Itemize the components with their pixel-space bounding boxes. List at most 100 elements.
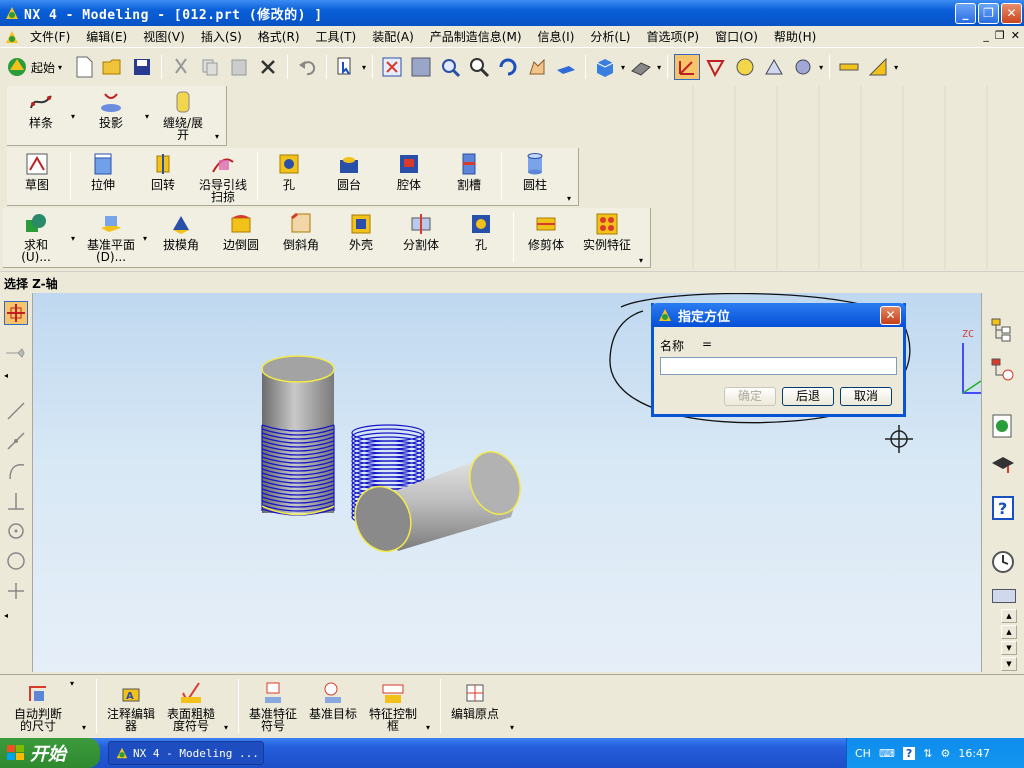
new-file-icon[interactable] bbox=[71, 54, 97, 80]
split-body-button[interactable]: 分割体 bbox=[399, 212, 443, 251]
menu-file[interactable]: 文件(F) bbox=[22, 28, 78, 45]
network-icon[interactable]: ⇅ bbox=[923, 747, 932, 760]
menu-preferences[interactable]: 首选项(P) bbox=[638, 28, 707, 45]
chamfer-button[interactable]: 倒斜角 bbox=[279, 212, 323, 251]
mdi-minimize-icon[interactable]: _ bbox=[983, 29, 989, 42]
zoom-in-out-icon[interactable] bbox=[466, 54, 492, 80]
help-icon[interactable]: ? bbox=[990, 495, 1016, 524]
restore-button[interactable]: ❐ bbox=[978, 3, 999, 24]
hole-op-button[interactable]: 孔 bbox=[459, 212, 503, 251]
perspective-icon[interactable] bbox=[553, 54, 579, 80]
scroll-up-button[interactable]: ▲ bbox=[1001, 625, 1017, 639]
scroll-bottom-button[interactable]: ▼ bbox=[1001, 657, 1017, 671]
rotate-icon[interactable] bbox=[495, 54, 521, 80]
datum-plane-button[interactable]: 基准平面(D)... bbox=[81, 212, 141, 263]
title-bar[interactable]: NX 4 - Modeling - [012.prt (修改的) ] _ ❐ ✕ bbox=[0, 0, 1024, 26]
orient-view-icon[interactable] bbox=[628, 54, 654, 80]
shell-button[interactable]: 外壳 bbox=[339, 212, 383, 251]
cut-icon[interactable] bbox=[168, 54, 194, 80]
menu-help[interactable]: 帮助(H) bbox=[766, 28, 824, 45]
point-constructor-icon[interactable] bbox=[703, 54, 729, 80]
chevron-left-icon[interactable]: ◂ bbox=[4, 371, 8, 380]
boss-button[interactable]: 圆台 bbox=[329, 152, 369, 191]
keyboard-icon[interactable]: ⌨ bbox=[879, 747, 895, 760]
menu-pmi[interactable]: 产品制造信息(M) bbox=[422, 28, 530, 45]
groove-button[interactable]: 割槽 bbox=[449, 152, 489, 191]
surface-finish-button[interactable]: 表面粗糙度符号 bbox=[164, 681, 218, 732]
minimize-button[interactable]: _ bbox=[955, 3, 976, 24]
windows-start-button[interactable]: 开始 bbox=[0, 738, 100, 768]
edge-blend-button[interactable]: 边倒圆 bbox=[219, 212, 263, 251]
hole-button[interactable]: 孔 bbox=[269, 152, 309, 191]
menu-window[interactable]: 窗口(O) bbox=[707, 28, 766, 45]
delete-icon[interactable] bbox=[255, 54, 281, 80]
mdi-close-icon[interactable]: ✕ bbox=[1011, 29, 1020, 42]
point-icon[interactable] bbox=[6, 581, 26, 604]
name-input[interactable] bbox=[660, 357, 897, 375]
copy-icon[interactable] bbox=[197, 54, 223, 80]
inferred-dimension-button[interactable]: 自动判断的尺寸 bbox=[10, 681, 66, 732]
measure-distance-icon[interactable] bbox=[836, 54, 862, 80]
extrude-button[interactable]: 拉伸 bbox=[83, 152, 123, 191]
system-materials-icon[interactable] bbox=[992, 589, 1016, 603]
layer-icon[interactable] bbox=[732, 54, 758, 80]
wrench-icon[interactable] bbox=[4, 345, 26, 364]
line-tangent-icon[interactable] bbox=[6, 431, 26, 454]
pan-icon[interactable] bbox=[524, 54, 550, 80]
spline-button[interactable]: 样条 bbox=[21, 90, 61, 129]
cylinder-a[interactable] bbox=[261, 355, 335, 516]
circle-icon[interactable] bbox=[6, 551, 26, 574]
back-button[interactable]: 后退 bbox=[782, 387, 834, 406]
datum-feature-button[interactable]: 基准特征符号 bbox=[246, 681, 300, 732]
menu-info[interactable]: 信息(I) bbox=[530, 28, 583, 45]
sweep-along-guide-button[interactable]: 沿导引线扫掠 bbox=[195, 152, 251, 203]
assembly-navigator-icon[interactable] bbox=[990, 317, 1016, 346]
menu-assembly[interactable]: 装配(A) bbox=[364, 28, 422, 45]
paste-icon[interactable] bbox=[226, 54, 252, 80]
feature-control-frame-button[interactable]: 特征控制框 bbox=[366, 681, 420, 732]
selection-filter-icon[interactable] bbox=[333, 54, 359, 80]
annotation-editor-button[interactable]: A 注释编辑器 bbox=[104, 681, 158, 732]
ok-button[interactable]: 确定 bbox=[724, 387, 776, 406]
language-indicator[interactable]: CH bbox=[855, 747, 871, 760]
circle-center-icon[interactable] bbox=[6, 521, 26, 544]
cylinder-button[interactable]: 圆柱 bbox=[515, 152, 555, 191]
scroll-down-button[interactable]: ▼ bbox=[1001, 641, 1017, 655]
zoom-window-icon[interactable] bbox=[408, 54, 434, 80]
tray-app-icon[interactable]: ⚙ bbox=[940, 747, 950, 760]
history-clock-icon[interactable] bbox=[990, 549, 1016, 578]
render-style-icon[interactable] bbox=[592, 54, 618, 80]
cancel-button[interactable]: 取消 bbox=[840, 387, 892, 406]
close-button[interactable]: ✕ bbox=[1001, 3, 1022, 24]
wrap-unwrap-button[interactable]: 缠绕/展开 bbox=[159, 90, 207, 141]
mdi-restore-icon[interactable]: ❐ bbox=[995, 29, 1005, 42]
training-icon[interactable] bbox=[990, 453, 1016, 482]
part-navigator-icon[interactable] bbox=[990, 357, 1016, 386]
dialog-title-bar[interactable]: 指定方位 bbox=[651, 303, 906, 327]
draft-button[interactable]: 拔模角 bbox=[159, 212, 203, 251]
edit-origin-button[interactable]: 编辑原点 bbox=[448, 681, 502, 720]
menu-format[interactable]: 格式(R) bbox=[250, 28, 308, 45]
pocket-button[interactable]: 腔体 bbox=[389, 152, 429, 191]
scroll-top-button[interactable]: ▲ bbox=[1001, 609, 1017, 623]
snap-point-icon[interactable] bbox=[4, 301, 28, 325]
chevron-left-icon-2[interactable]: ◂ bbox=[4, 611, 8, 620]
sketch-button[interactable]: 草图 bbox=[17, 152, 57, 191]
trim-body-button[interactable]: 修剪体 bbox=[523, 212, 569, 251]
menu-insert[interactable]: 插入(S) bbox=[193, 28, 250, 45]
menu-edit[interactable]: 编辑(E) bbox=[78, 28, 135, 45]
doc-icon[interactable] bbox=[4, 29, 20, 45]
menu-analysis[interactable]: 分析(L) bbox=[582, 28, 638, 45]
dialog-close-button[interactable]: ✕ bbox=[880, 306, 901, 325]
open-folder-icon[interactable] bbox=[100, 54, 126, 80]
measure-angle-icon[interactable] bbox=[865, 54, 891, 80]
zoom-icon[interactable] bbox=[437, 54, 463, 80]
unite-button[interactable]: 求和(U)... bbox=[11, 212, 61, 263]
arc-icon[interactable] bbox=[6, 461, 26, 484]
hide-icon[interactable] bbox=[790, 54, 816, 80]
line-icon[interactable] bbox=[6, 401, 26, 424]
perpendicular-icon[interactable] bbox=[6, 491, 26, 514]
web-browser-icon[interactable] bbox=[990, 413, 1016, 442]
help-tray-icon[interactable]: ? bbox=[902, 746, 916, 760]
save-icon[interactable] bbox=[129, 54, 155, 80]
